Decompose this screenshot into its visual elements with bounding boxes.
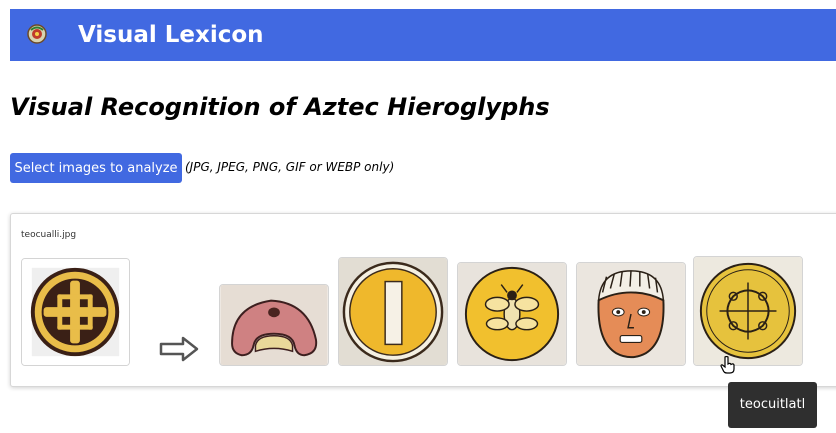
results-card: teocualli.jpg [10,213,836,387]
query-image [21,258,130,366]
pointer-hand-icon [720,356,735,374]
match-image-3[interactable] [457,262,567,366]
match-image-1[interactable] [219,284,329,366]
match-image-4[interactable] [576,262,686,366]
page-title: Visual Recognition of Aztec Hieroglyphs [10,93,550,121]
app-header: Visual Lexicon [10,9,836,61]
glyph-logo-icon[interactable] [26,23,48,45]
app-title[interactable]: Visual Lexicon [78,21,264,49]
match-image-5[interactable] [693,256,803,366]
match-image-2[interactable] [338,257,448,366]
right-arrow-icon [159,336,199,362]
file-name: teocualli.jpg [21,230,77,240]
file-type-hint: (JPG, JPEG, PNG, GIF or WEBP only) [185,160,395,174]
select-images-button[interactable]: Select images to analyze [10,153,182,183]
match-tooltip: teocuitlatl [728,382,817,428]
